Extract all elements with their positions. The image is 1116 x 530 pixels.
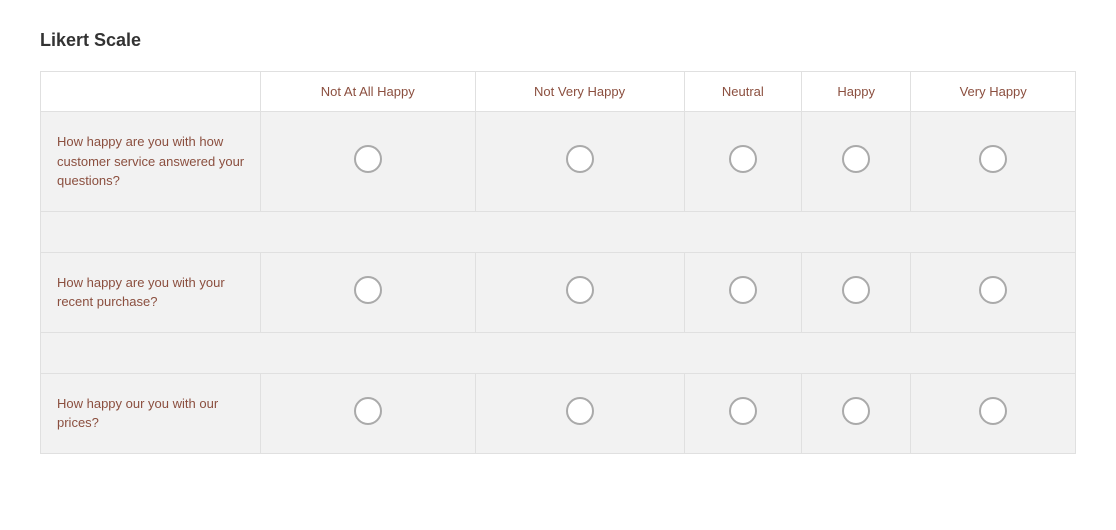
col-header-not-at-all-happy: Not At All Happy xyxy=(261,72,476,112)
radio-q1-neutral[interactable] xyxy=(729,145,757,173)
radio-q2-happy[interactable] xyxy=(842,276,870,304)
question-cell: How happy are you with how customer serv… xyxy=(41,112,261,212)
table-row: How happy are you with how customer serv… xyxy=(41,112,1076,212)
radio-cell-not_at_all_happy xyxy=(261,373,476,453)
radio-cell-very_happy xyxy=(911,112,1076,212)
page-title: Likert Scale xyxy=(40,30,1076,51)
radio-q3-not_very_happy[interactable] xyxy=(566,397,594,425)
radio-cell-very_happy xyxy=(911,252,1076,332)
question-cell: How happy are you with your recent purch… xyxy=(41,252,261,332)
radio-q2-not_at_all_happy[interactable] xyxy=(354,276,382,304)
separator-row xyxy=(41,211,1076,252)
radio-q2-very_happy[interactable] xyxy=(979,276,1007,304)
radio-q3-happy[interactable] xyxy=(842,397,870,425)
radio-q3-not_at_all_happy[interactable] xyxy=(354,397,382,425)
likert-scale-table: Not At All Happy Not Very Happy Neutral … xyxy=(40,71,1076,454)
radio-cell-not_very_happy xyxy=(475,373,684,453)
radio-q1-happy[interactable] xyxy=(842,145,870,173)
radio-cell-neutral xyxy=(684,373,801,453)
separator-row xyxy=(41,332,1076,373)
radio-cell-very_happy xyxy=(911,373,1076,453)
radio-cell-happy xyxy=(802,112,911,212)
radio-cell-not_very_happy xyxy=(475,252,684,332)
radio-q1-not_very_happy[interactable] xyxy=(566,145,594,173)
radio-cell-not_at_all_happy xyxy=(261,252,476,332)
col-header-not-very-happy: Not Very Happy xyxy=(475,72,684,112)
radio-q2-neutral[interactable] xyxy=(729,276,757,304)
question-cell: How happy our you with our prices? xyxy=(41,373,261,453)
table-row: How happy our you with our prices? xyxy=(41,373,1076,453)
col-header-question xyxy=(41,72,261,112)
radio-cell-neutral xyxy=(684,252,801,332)
radio-q1-not_at_all_happy[interactable] xyxy=(354,145,382,173)
radio-cell-not_at_all_happy xyxy=(261,112,476,212)
table-header-row: Not At All Happy Not Very Happy Neutral … xyxy=(41,72,1076,112)
col-header-very-happy: Very Happy xyxy=(911,72,1076,112)
radio-cell-happy xyxy=(802,252,911,332)
radio-q1-very_happy[interactable] xyxy=(979,145,1007,173)
radio-q3-neutral[interactable] xyxy=(729,397,757,425)
table-row: How happy are you with your recent purch… xyxy=(41,252,1076,332)
radio-q3-very_happy[interactable] xyxy=(979,397,1007,425)
radio-cell-neutral xyxy=(684,112,801,212)
col-header-neutral: Neutral xyxy=(684,72,801,112)
radio-cell-not_very_happy xyxy=(475,112,684,212)
radio-cell-happy xyxy=(802,373,911,453)
radio-q2-not_very_happy[interactable] xyxy=(566,276,594,304)
col-header-happy: Happy xyxy=(802,72,911,112)
